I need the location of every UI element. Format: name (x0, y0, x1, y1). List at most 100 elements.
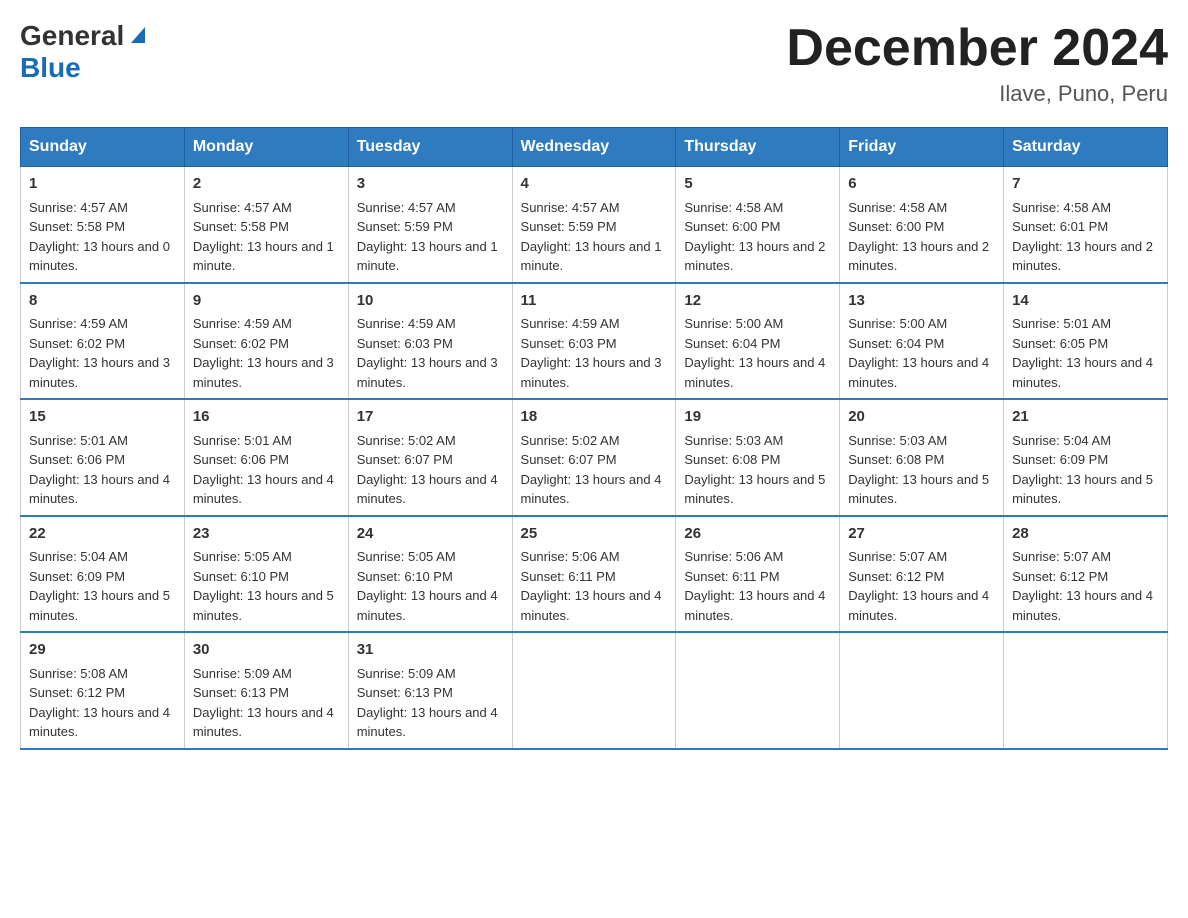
calendar-header-row: Sunday Monday Tuesday Wednesday Thursday… (21, 128, 1168, 167)
col-tuesday: Tuesday (348, 128, 512, 167)
day-daylight: Daylight: 13 hours and 5 minutes. (848, 472, 989, 507)
page-header: General Blue December 2024 Ilave, Puno, … (20, 20, 1168, 107)
table-row: 29 Sunrise: 5:08 AM Sunset: 6:12 PM Dayl… (21, 632, 185, 749)
table-row: 16 Sunrise: 5:01 AM Sunset: 6:06 PM Dayl… (184, 399, 348, 516)
day-sunset: Sunset: 6:06 PM (193, 452, 289, 467)
day-number: 10 (357, 290, 504, 313)
day-number: 16 (193, 406, 340, 429)
day-daylight: Daylight: 13 hours and 4 minutes. (1012, 355, 1153, 390)
day-daylight: Daylight: 13 hours and 1 minute. (357, 239, 498, 274)
day-number: 12 (684, 290, 831, 313)
day-daylight: Daylight: 13 hours and 3 minutes. (357, 355, 498, 390)
day-daylight: Daylight: 13 hours and 3 minutes. (29, 355, 170, 390)
day-number: 11 (521, 290, 668, 313)
day-number: 1 (29, 173, 176, 196)
day-number: 8 (29, 290, 176, 313)
table-row: 22 Sunrise: 5:04 AM Sunset: 6:09 PM Dayl… (21, 516, 185, 633)
table-row: 3 Sunrise: 4:57 AM Sunset: 5:59 PM Dayli… (348, 167, 512, 283)
day-daylight: Daylight: 13 hours and 4 minutes. (848, 588, 989, 623)
day-number: 27 (848, 523, 995, 546)
table-row: 31 Sunrise: 5:09 AM Sunset: 6:13 PM Dayl… (348, 632, 512, 749)
day-number: 20 (848, 406, 995, 429)
table-row (512, 632, 676, 749)
day-daylight: Daylight: 13 hours and 2 minutes. (1012, 239, 1153, 274)
day-sunrise: Sunrise: 5:02 AM (521, 433, 620, 448)
day-sunset: Sunset: 6:00 PM (848, 219, 944, 234)
day-sunrise: Sunrise: 5:09 AM (193, 666, 292, 681)
day-sunset: Sunset: 6:05 PM (1012, 336, 1108, 351)
table-row: 8 Sunrise: 4:59 AM Sunset: 6:02 PM Dayli… (21, 283, 185, 400)
table-row: 10 Sunrise: 4:59 AM Sunset: 6:03 PM Dayl… (348, 283, 512, 400)
day-daylight: Daylight: 13 hours and 4 minutes. (1012, 588, 1153, 623)
day-sunrise: Sunrise: 5:06 AM (684, 549, 783, 564)
logo-general-text: General (20, 20, 124, 52)
day-daylight: Daylight: 13 hours and 4 minutes. (684, 355, 825, 390)
calendar-week-row: 8 Sunrise: 4:59 AM Sunset: 6:02 PM Dayli… (21, 283, 1168, 400)
day-sunset: Sunset: 5:59 PM (357, 219, 453, 234)
day-sunrise: Sunrise: 4:57 AM (357, 200, 456, 215)
day-daylight: Daylight: 13 hours and 4 minutes. (357, 472, 498, 507)
day-daylight: Daylight: 13 hours and 5 minutes. (684, 472, 825, 507)
day-daylight: Daylight: 13 hours and 4 minutes. (29, 705, 170, 740)
day-sunset: Sunset: 6:10 PM (357, 569, 453, 584)
calendar-week-row: 15 Sunrise: 5:01 AM Sunset: 6:06 PM Dayl… (21, 399, 1168, 516)
day-number: 5 (684, 173, 831, 196)
day-sunrise: Sunrise: 4:57 AM (193, 200, 292, 215)
day-sunset: Sunset: 6:03 PM (521, 336, 617, 351)
day-daylight: Daylight: 13 hours and 1 minute. (521, 239, 662, 274)
table-row: 17 Sunrise: 5:02 AM Sunset: 6:07 PM Dayl… (348, 399, 512, 516)
calendar-week-row: 1 Sunrise: 4:57 AM Sunset: 5:58 PM Dayli… (21, 167, 1168, 283)
table-row: 21 Sunrise: 5:04 AM Sunset: 6:09 PM Dayl… (1004, 399, 1168, 516)
day-sunrise: Sunrise: 5:03 AM (684, 433, 783, 448)
day-sunset: Sunset: 6:08 PM (684, 452, 780, 467)
day-daylight: Daylight: 13 hours and 4 minutes. (357, 705, 498, 740)
day-sunset: Sunset: 6:02 PM (193, 336, 289, 351)
day-sunset: Sunset: 6:12 PM (848, 569, 944, 584)
day-sunrise: Sunrise: 4:58 AM (684, 200, 783, 215)
day-sunrise: Sunrise: 5:06 AM (521, 549, 620, 564)
day-sunrise: Sunrise: 5:07 AM (848, 549, 947, 564)
table-row: 26 Sunrise: 5:06 AM Sunset: 6:11 PM Dayl… (676, 516, 840, 633)
day-sunset: Sunset: 5:58 PM (193, 219, 289, 234)
location-subtitle: Ilave, Puno, Peru (786, 81, 1168, 107)
table-row: 1 Sunrise: 4:57 AM Sunset: 5:58 PM Dayli… (21, 167, 185, 283)
day-daylight: Daylight: 13 hours and 0 minutes. (29, 239, 170, 274)
day-sunset: Sunset: 6:11 PM (521, 569, 616, 584)
table-row: 2 Sunrise: 4:57 AM Sunset: 5:58 PM Dayli… (184, 167, 348, 283)
day-sunrise: Sunrise: 5:07 AM (1012, 549, 1111, 564)
day-daylight: Daylight: 13 hours and 5 minutes. (193, 588, 334, 623)
day-number: 14 (1012, 290, 1159, 313)
col-wednesday: Wednesday (512, 128, 676, 167)
day-sunset: Sunset: 6:02 PM (29, 336, 125, 351)
day-sunset: Sunset: 6:00 PM (684, 219, 780, 234)
table-row: 23 Sunrise: 5:05 AM Sunset: 6:10 PM Dayl… (184, 516, 348, 633)
day-number: 26 (684, 523, 831, 546)
day-number: 9 (193, 290, 340, 313)
day-number: 19 (684, 406, 831, 429)
day-daylight: Daylight: 13 hours and 5 minutes. (29, 588, 170, 623)
logo: General Blue (20, 20, 149, 84)
day-number: 15 (29, 406, 176, 429)
day-daylight: Daylight: 13 hours and 2 minutes. (848, 239, 989, 274)
month-title: December 2024 (786, 20, 1168, 77)
day-sunrise: Sunrise: 4:59 AM (29, 316, 128, 331)
table-row: 24 Sunrise: 5:05 AM Sunset: 6:10 PM Dayl… (348, 516, 512, 633)
day-daylight: Daylight: 13 hours and 5 minutes. (1012, 472, 1153, 507)
day-daylight: Daylight: 13 hours and 2 minutes. (684, 239, 825, 274)
table-row: 30 Sunrise: 5:09 AM Sunset: 6:13 PM Dayl… (184, 632, 348, 749)
day-sunset: Sunset: 6:03 PM (357, 336, 453, 351)
day-number: 2 (193, 173, 340, 196)
col-monday: Monday (184, 128, 348, 167)
table-row: 5 Sunrise: 4:58 AM Sunset: 6:00 PM Dayli… (676, 167, 840, 283)
day-number: 4 (521, 173, 668, 196)
day-sunrise: Sunrise: 5:01 AM (193, 433, 292, 448)
logo-triangle-icon (127, 23, 149, 45)
table-row: 7 Sunrise: 4:58 AM Sunset: 6:01 PM Dayli… (1004, 167, 1168, 283)
table-row: 20 Sunrise: 5:03 AM Sunset: 6:08 PM Dayl… (840, 399, 1004, 516)
day-daylight: Daylight: 13 hours and 4 minutes. (357, 588, 498, 623)
day-sunrise: Sunrise: 4:57 AM (521, 200, 620, 215)
day-daylight: Daylight: 13 hours and 4 minutes. (193, 472, 334, 507)
calendar-week-row: 29 Sunrise: 5:08 AM Sunset: 6:12 PM Dayl… (21, 632, 1168, 749)
table-row: 19 Sunrise: 5:03 AM Sunset: 6:08 PM Dayl… (676, 399, 840, 516)
day-sunset: Sunset: 6:10 PM (193, 569, 289, 584)
